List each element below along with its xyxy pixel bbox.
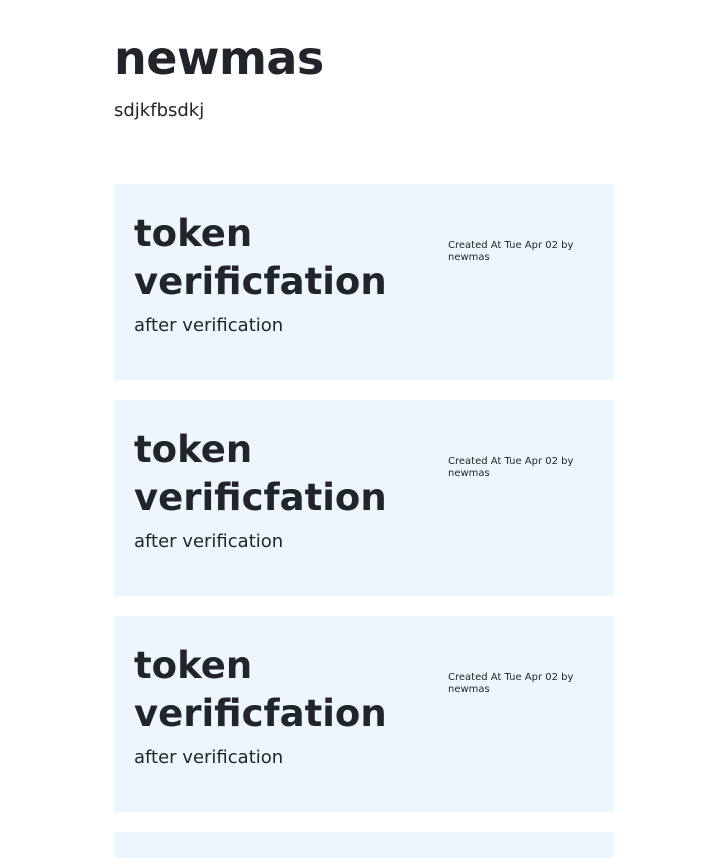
page-subtitle: sdjkfbsdkj — [114, 100, 205, 121]
post-body: after verification — [134, 747, 284, 768]
post-title[interactable]: token verificfation — [134, 210, 387, 306]
post-title[interactable]: token verificfation — [134, 642, 387, 738]
post-meta: Created At Tue Apr 02 by newmas — [448, 672, 574, 695]
post-meta: Created At Tue Apr 02 by newmas — [448, 456, 574, 479]
page-title: newmas — [114, 31, 324, 85]
post-card-partial[interactable] — [114, 832, 614, 858]
page-header: newmas sdjkfbsdkj — [114, 30, 324, 122]
post-title[interactable]: token verificfation — [134, 426, 387, 522]
post-body: after verification — [134, 315, 284, 336]
post-body: after verification — [134, 531, 284, 552]
post-meta: Created At Tue Apr 02 by newmas — [448, 240, 574, 263]
post-card[interactable]: token verificfation after verification C… — [114, 184, 614, 380]
page: newmas sdjkfbsdkj token verificfation af… — [0, 0, 718, 858]
post-card[interactable]: token verificfation after verification C… — [114, 400, 614, 596]
post-card[interactable]: token verificfation after verification C… — [114, 616, 614, 812]
